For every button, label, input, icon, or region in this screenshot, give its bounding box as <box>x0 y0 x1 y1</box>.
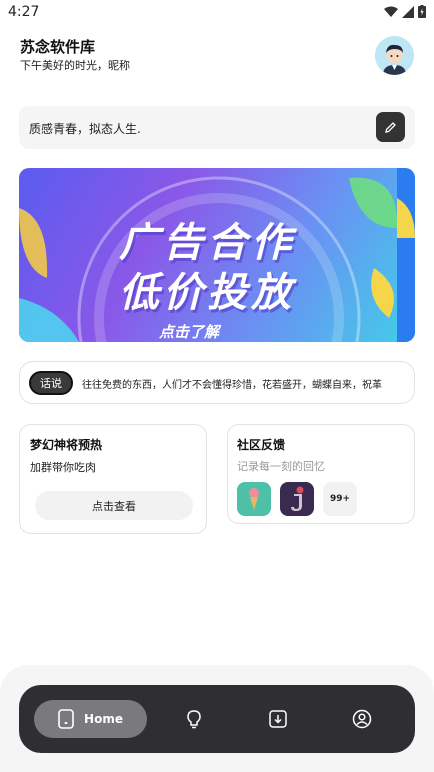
feedback-avatar[interactable] <box>237 482 271 516</box>
signature-text: 质感青春，拟态人生. <box>29 122 141 136</box>
pencil-icon <box>385 121 396 133</box>
nav-home-button[interactable]: Home <box>34 700 147 738</box>
bottom-nav: Home <box>19 685 415 753</box>
wifi-icon <box>384 6 398 17</box>
nav-bulb-button[interactable] <box>182 707 206 731</box>
feedback-card[interactable]: 社区反馈 记录每一刻的回忆 99+ <box>227 424 415 524</box>
feedback-count-badge[interactable]: 99+ <box>323 482 357 516</box>
notice-bar: 话说 往往免费的东西，人们才不会懂得珍惜，花若盛开，蝴蝶自来，祝革 <box>19 361 415 404</box>
notice-badge: 话说 <box>29 371 73 395</box>
banner-cta[interactable]: 点击了解 <box>159 321 219 342</box>
notice-text: 往往免费的东西，人们才不会懂得珍惜，花若盛开，蝴蝶自来，祝革 <box>82 380 382 391</box>
user-icon <box>352 709 372 729</box>
status-icons <box>384 5 426 18</box>
edit-signature-button[interactable] <box>376 112 405 142</box>
feedback-avatar[interactable] <box>280 482 314 516</box>
view-button[interactable]: 点击查看 <box>35 491 193 520</box>
greeting-text: 下午美好的时光，昵称 <box>20 59 130 72</box>
home-icon <box>58 709 74 729</box>
header: 苏念软件库 下午美好的时光，昵称 <box>20 36 414 86</box>
nav-profile-button[interactable] <box>350 707 374 731</box>
icecream-avatar-icon <box>237 482 271 516</box>
character-avatar-icon <box>280 482 314 516</box>
download-icon <box>269 710 287 728</box>
signal-icon <box>402 5 414 18</box>
battery-icon <box>418 5 426 18</box>
status-time: 4:27 <box>8 4 40 20</box>
feedback-card-subtitle: 记录每一刻的回忆 <box>237 460 325 473</box>
feedback-card-title: 社区反馈 <box>237 438 286 452</box>
status-bar: 4:27 <box>0 0 434 26</box>
bulb-icon <box>187 710 201 729</box>
promo-card-subtitle: 加群带你吃肉 <box>30 461 96 474</box>
app-title: 苏念软件库 <box>20 38 96 56</box>
promo-card: 梦幻神将预热 加群带你吃肉 点击查看 <box>19 424 207 534</box>
nav-home-label: Home <box>84 712 123 726</box>
avatar-illustration-icon <box>375 36 414 75</box>
signature-bar: 质感青春，拟态人生. <box>19 106 415 149</box>
banner-headline-2: 低价投放 <box>119 270 295 316</box>
avatar[interactable] <box>375 36 414 75</box>
nav-download-button[interactable] <box>266 707 290 731</box>
ad-banner[interactable]: 广告合作 低价投放 点击了解 <box>19 168 415 342</box>
promo-card-title: 梦幻神将预热 <box>30 438 103 452</box>
